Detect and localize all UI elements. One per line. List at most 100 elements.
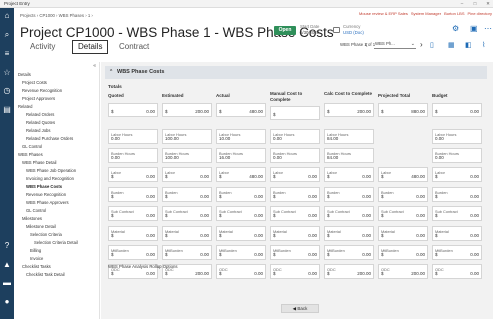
settings-icon[interactable]: ⚙	[452, 24, 459, 33]
mtlburden-field-budget[interactable]: MtlBurden $0.00	[432, 245, 482, 260]
attachment-icon[interactable]: ⌇	[482, 41, 485, 49]
burden-field-manual-cost-to-complete[interactable]: Burden $0.00	[270, 187, 320, 202]
tree-item[interactable]: Related	[18, 104, 32, 109]
tree-item[interactable]: WBS Phases	[18, 152, 43, 157]
tree-item[interactable]: Details	[18, 72, 31, 77]
tree-item[interactable]: Invoicing and Recognition	[26, 176, 74, 181]
odc-field-budget[interactable]: ODC $0.00	[432, 264, 482, 279]
tab-activity[interactable]: Activity	[30, 40, 55, 54]
tree-item[interactable]: Milestone Detail	[26, 224, 56, 229]
panel-icon[interactable]: ◧	[465, 41, 472, 49]
save-icon[interactable]: ▣	[470, 24, 478, 33]
window-titlebar: Project Entry – □ ✕	[0, 0, 493, 8]
tree-item[interactable]: Selection Criteria	[30, 232, 62, 237]
top-link[interactable]: Pine directory	[468, 11, 492, 16]
tree-item[interactable]: Billing	[30, 248, 41, 253]
totals-label: Totals	[108, 85, 122, 90]
bell-icon[interactable]: ▲	[2, 260, 12, 270]
currency-symbol: $	[219, 213, 222, 218]
chat-icon[interactable]: ▬	[2, 278, 12, 288]
labor-hours-field-budget[interactable]: Labor Hours 0.00	[432, 129, 482, 144]
tree-item[interactable]: Revenue Recognition	[26, 192, 66, 197]
tree-item[interactable]: Related Orders	[26, 112, 54, 117]
favorites-icon[interactable]: ☆	[2, 68, 12, 78]
tree-item[interactable]: WBS Phase Approvers	[26, 200, 69, 205]
tree-item[interactable]: Checklist Task Detail	[26, 272, 65, 277]
material-field-budget[interactable]: Material $0.00	[432, 226, 482, 241]
material-field-manual-cost-to-complete[interactable]: Material $0.00	[270, 226, 320, 241]
tree-item[interactable]: WBS Phase Job Operation	[26, 168, 76, 173]
labor-field-calc-cost-to-complete: Labor $0.00	[324, 167, 374, 182]
user-icon[interactable]: ●	[2, 297, 12, 307]
tab-details[interactable]: Details	[72, 40, 109, 54]
close-icon[interactable]: ✕	[485, 0, 491, 8]
next-icon[interactable]: ›	[420, 40, 423, 49]
search-icon[interactable]: ⌕	[2, 30, 12, 40]
collapse-tree-icon[interactable]: «	[93, 63, 96, 69]
odc-field-manual-cost-to-complete[interactable]: ODC $0.00	[270, 264, 320, 279]
currency-symbol: $	[111, 271, 114, 276]
sub-contract-field-projected-total: Sub Contract $0.00	[378, 206, 428, 221]
burden-hours-field-manual-cost-to-complete[interactable]: Burden Hours 0.00	[270, 148, 320, 163]
top-link[interactable]: Burton LBS	[444, 11, 464, 16]
tree-item[interactable]: WBS Phase Detail	[22, 160, 56, 165]
field-value: 0.00	[273, 136, 282, 141]
tab-contract[interactable]: Contract	[119, 40, 149, 54]
help-icon[interactable]: ?	[2, 241, 12, 251]
top-link[interactable]: Mouse review & ERP Sales	[359, 11, 408, 16]
page-icon[interactable]: ▯	[430, 41, 434, 49]
record-select[interactable]: WBS Ph... ⌄	[374, 39, 416, 49]
tree-item[interactable]: GL Control	[22, 144, 42, 149]
field-value: 200.00	[357, 271, 371, 276]
mtlburden-field-actual: MtlBurden $0.00	[216, 245, 266, 260]
back-button[interactable]: ◀ Back	[281, 304, 319, 313]
top-link[interactable]: System Manager	[411, 11, 441, 16]
tree-item[interactable]: Revenue Recognition	[22, 88, 62, 93]
tree-item[interactable]: Related Jobs	[26, 128, 50, 133]
notes-icon[interactable]: ▤	[2, 105, 12, 115]
labor-hours-field-manual-cost-to-complete[interactable]: Labor Hours 0.00	[270, 129, 320, 144]
tree-item[interactable]: Milestones	[22, 216, 42, 221]
sub-contract-field-manual-cost-to-complete[interactable]: Sub Contract $0.00	[270, 206, 320, 221]
field-value: 0.00	[308, 271, 317, 276]
history-icon[interactable]: ◷	[2, 86, 12, 96]
burden-hours-field-budget[interactable]: Burden Hours 0.00	[432, 148, 482, 163]
tree-item[interactable]: Related Purchase Orders	[26, 136, 73, 141]
currency-symbol: $	[435, 174, 438, 179]
breadcrumb[interactable]: Projects › CP1000 › WBS Phases › 1 ›	[20, 13, 93, 18]
column-header-calc-cost-to-complete: Calc Cost to Complete	[324, 91, 373, 96]
sub-contract-field-quoted: Sub Contract $0.00	[108, 206, 158, 221]
field-value: 0.00	[470, 252, 479, 257]
minimize-icon[interactable]: –	[459, 0, 465, 8]
currency[interactable]: Currency USD (Doc)	[343, 24, 364, 35]
tree-item[interactable]: Invoice	[30, 256, 43, 261]
section-header[interactable]: ⌃ WBS Phase Costs	[105, 66, 487, 79]
layout-icon[interactable]: ▦	[448, 41, 455, 49]
menu-icon[interactable]: ≡	[2, 49, 12, 59]
tree-item[interactable]: Selection Criteria Detail	[34, 240, 78, 245]
tree-item[interactable]: Project Costs	[22, 80, 47, 85]
mtlburden-field-manual-cost-to-complete[interactable]: MtlBurden $0.00	[270, 245, 320, 260]
field-value: 0.00	[362, 213, 371, 218]
tree-item[interactable]: Checklist Tasks	[22, 264, 51, 269]
maximize-icon[interactable]: □	[472, 0, 478, 8]
tree-item[interactable]: Project Approvers	[22, 96, 55, 101]
previous-icon[interactable]: ‹	[365, 40, 368, 49]
tree-item[interactable]: GL Control	[26, 208, 46, 213]
currency-value[interactable]: USD (Doc)	[343, 30, 364, 36]
labor-field-manual-cost-to-complete[interactable]: Labor $0.00	[270, 167, 320, 182]
sub-contract-field-budget[interactable]: Sub Contract $0.00	[432, 206, 482, 221]
burden-field-budget[interactable]: Burden $0.00	[432, 187, 482, 202]
column-header-estimated: Estimated	[162, 93, 184, 98]
field-value: 0.00	[470, 233, 479, 238]
more-icon[interactable]: ⋯	[484, 24, 492, 33]
field-label: Sub Contract	[435, 208, 458, 214]
tree-item-active[interactable]: WBS Phase Costs	[26, 184, 62, 189]
currency-symbol: $	[219, 109, 222, 114]
total-field-manual-cost-to-complete[interactable]: $	[270, 106, 320, 120]
top-links: Mouse review & ERP Sales System Manager …	[359, 11, 492, 16]
labor-field-budget[interactable]: Labor $0.00	[432, 167, 482, 182]
home-icon[interactable]: ⌂	[2, 11, 12, 21]
tree-item[interactable]: Related Quotes	[26, 120, 55, 125]
field-value: 0.00	[146, 194, 155, 199]
